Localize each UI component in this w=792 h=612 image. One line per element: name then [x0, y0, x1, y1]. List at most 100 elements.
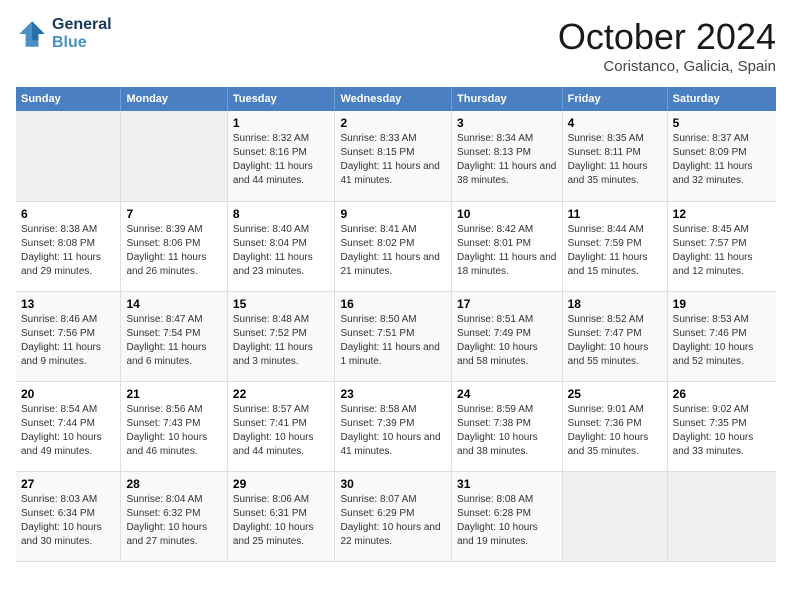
calendar-cell: 30Sunrise: 8:07 AM Sunset: 6:29 PM Dayli… [335, 471, 452, 561]
calendar-cell [667, 471, 776, 561]
day-number: 21 [126, 387, 221, 401]
calendar-cell: 7Sunrise: 8:39 AM Sunset: 8:06 PM Daylig… [121, 201, 227, 291]
calendar-cell: 16 Sunrise: 8:50 AM Sunset: 7:51 PM Dayli… [335, 291, 452, 381]
calendar-cell: 21 Sunrise: 8:56 AM Sunset: 7:43 PM Dayli… [121, 381, 227, 471]
weekday-header: Wednesday [335, 87, 452, 111]
calendar-cell [16, 111, 121, 201]
logo: General Blue [16, 16, 112, 52]
calendar-cell: 3 Sunrise: 8:34 AM Sunset: 8:13 PM Daylig… [452, 111, 563, 201]
day-number: 17 [457, 297, 557, 311]
page-header: General Blue October 2024 Coristanco, Ga… [16, 16, 776, 75]
day-number: 24 [457, 387, 557, 401]
day-detail: Sunrise: 8:06 AM Sunset: 6:31 PM Dayligh… [233, 493, 330, 549]
day-detail: Sunrise: 8:54 AM Sunset: 7:44 PM Dayligh… [21, 403, 115, 459]
day-number: 23 [340, 387, 446, 401]
day-detail: Sunrise: 8:39 AM Sunset: 8:06 PM Dayligh… [126, 223, 221, 279]
day-detail: Sunrise: 8:32 AM Sunset: 8:16 PM Dayligh… [233, 132, 330, 188]
day-detail: Sunrise: 8:04 AM Sunset: 6:32 PM Dayligh… [126, 493, 221, 549]
day-number: 10 [457, 207, 557, 221]
day-detail: Sunrise: 8:38 AM Sunset: 8:08 PM Dayligh… [21, 223, 115, 279]
day-detail: Sunrise: 9:01 AM Sunset: 7:36 PM Dayligh… [568, 403, 662, 459]
calendar-cell: 9 Sunrise: 8:41 AM Sunset: 8:02 PM Daylig… [335, 201, 452, 291]
day-number: 14 [126, 297, 221, 311]
day-number: 12 [673, 207, 771, 221]
calendar-week-row: 6 Sunrise: 8:38 AM Sunset: 8:08 PM Daylig… [16, 201, 776, 291]
calendar-cell: 11 Sunrise: 8:44 AM Sunset: 7:59 PM Dayli… [562, 201, 667, 291]
day-number: 28 [126, 477, 221, 491]
day-detail: Sunrise: 9:02 AM Sunset: 7:35 PM Dayligh… [673, 403, 771, 459]
calendar-cell: 27 Sunrise: 8:03 AM Sunset: 6:34 PM Dayli… [16, 471, 121, 561]
day-number: 29 [233, 477, 330, 491]
calendar-cell: 23Sunrise: 8:58 AM Sunset: 7:39 PM Dayli… [335, 381, 452, 471]
day-number: 20 [21, 387, 115, 401]
weekday-header: Monday [121, 87, 227, 111]
weekday-header: Saturday [667, 87, 776, 111]
calendar-cell: 19 Sunrise: 8:53 AM Sunset: 7:46 PM Dayli… [667, 291, 776, 381]
day-number: 18 [568, 297, 662, 311]
calendar-table: SundayMondayTuesdayWednesdayThursdayFrid… [16, 87, 776, 562]
day-number: 1 [233, 116, 330, 130]
day-detail: Sunrise: 8:59 AM Sunset: 7:38 PM Dayligh… [457, 403, 557, 459]
title-block: October 2024 Coristanco, Galicia, Spain [558, 16, 776, 75]
calendar-cell: 12Sunrise: 8:45 AM Sunset: 7:57 PM Dayli… [667, 201, 776, 291]
day-detail: Sunrise: 8:03 AM Sunset: 6:34 PM Dayligh… [21, 493, 115, 549]
day-number: 13 [21, 297, 115, 311]
location-subtitle: Coristanco, Galicia, Spain [558, 58, 776, 75]
month-title: October 2024 [558, 16, 776, 58]
calendar-cell: 22 Sunrise: 8:57 AM Sunset: 7:41 PM Dayli… [227, 381, 335, 471]
day-detail: Sunrise: 8:40 AM Sunset: 8:04 PM Dayligh… [233, 223, 330, 279]
day-number: 15 [233, 297, 330, 311]
calendar-cell: 6 Sunrise: 8:38 AM Sunset: 8:08 PM Daylig… [16, 201, 121, 291]
day-number: 4 [568, 116, 662, 130]
calendar-cell: 17 Sunrise: 8:51 AM Sunset: 7:49 PM Dayli… [452, 291, 563, 381]
day-number: 11 [568, 207, 662, 221]
calendar-cell: 2Sunrise: 8:33 AM Sunset: 8:15 PM Daylig… [335, 111, 452, 201]
day-detail: Sunrise: 8:50 AM Sunset: 7:51 PM Dayligh… [340, 313, 446, 369]
day-detail: Sunrise: 8:47 AM Sunset: 7:54 PM Dayligh… [126, 313, 221, 369]
day-number: 19 [673, 297, 771, 311]
calendar-cell: 8 Sunrise: 8:40 AM Sunset: 8:04 PM Daylig… [227, 201, 335, 291]
calendar-cell: 13 Sunrise: 8:46 AM Sunset: 7:56 PM Dayli… [16, 291, 121, 381]
day-number: 30 [340, 477, 446, 491]
day-detail: Sunrise: 8:41 AM Sunset: 8:02 PM Dayligh… [340, 223, 446, 279]
day-detail: Sunrise: 8:52 AM Sunset: 7:47 PM Dayligh… [568, 313, 662, 369]
day-detail: Sunrise: 8:42 AM Sunset: 8:01 PM Dayligh… [457, 223, 557, 279]
calendar-cell: 5 Sunrise: 8:37 AM Sunset: 8:09 PM Daylig… [667, 111, 776, 201]
day-detail: Sunrise: 8:37 AM Sunset: 8:09 PM Dayligh… [673, 132, 771, 188]
day-number: 27 [21, 477, 115, 491]
calendar-cell: 20 Sunrise: 8:54 AM Sunset: 7:44 PM Dayli… [16, 381, 121, 471]
weekday-header: Tuesday [227, 87, 335, 111]
day-number: 22 [233, 387, 330, 401]
weekday-header: Thursday [452, 87, 563, 111]
calendar-cell: 1 Sunrise: 8:32 AM Sunset: 8:16 PM Daylig… [227, 111, 335, 201]
day-number: 8 [233, 207, 330, 221]
weekday-header-row: SundayMondayTuesdayWednesdayThursdayFrid… [16, 87, 776, 111]
calendar-cell: 10 Sunrise: 8:42 AM Sunset: 8:01 PM Dayli… [452, 201, 563, 291]
calendar-cell: 29 Sunrise: 8:06 AM Sunset: 6:31 PM Dayli… [227, 471, 335, 561]
calendar-week-row: 1 Sunrise: 8:32 AM Sunset: 8:16 PM Daylig… [16, 111, 776, 201]
day-number: 6 [21, 207, 115, 221]
calendar-cell: 14 Sunrise: 8:47 AM Sunset: 7:54 PM Dayli… [121, 291, 227, 381]
day-detail: Sunrise: 8:46 AM Sunset: 7:56 PM Dayligh… [21, 313, 115, 369]
day-detail: Sunrise: 8:56 AM Sunset: 7:43 PM Dayligh… [126, 403, 221, 459]
day-number: 5 [673, 116, 771, 130]
calendar-cell: 25 Sunrise: 9:01 AM Sunset: 7:36 PM Dayli… [562, 381, 667, 471]
day-number: 25 [568, 387, 662, 401]
day-number: 26 [673, 387, 771, 401]
day-detail: Sunrise: 8:44 AM Sunset: 7:59 PM Dayligh… [568, 223, 662, 279]
calendar-cell: 28 Sunrise: 8:04 AM Sunset: 6:32 PM Dayli… [121, 471, 227, 561]
calendar-cell: 26 Sunrise: 9:02 AM Sunset: 7:35 PM Dayli… [667, 381, 776, 471]
day-number: 16 [340, 297, 446, 311]
weekday-header: Sunday [16, 87, 121, 111]
calendar-week-row: 27 Sunrise: 8:03 AM Sunset: 6:34 PM Dayli… [16, 471, 776, 561]
day-detail: Sunrise: 8:35 AM Sunset: 8:11 PM Dayligh… [568, 132, 662, 188]
day-detail: Sunrise: 8:51 AM Sunset: 7:49 PM Dayligh… [457, 313, 557, 369]
day-number: 3 [457, 116, 557, 130]
day-detail: Sunrise: 8:34 AM Sunset: 8:13 PM Dayligh… [457, 132, 557, 188]
day-detail: Sunrise: 8:08 AM Sunset: 6:28 PM Dayligh… [457, 493, 557, 549]
day-number: 9 [340, 207, 446, 221]
calendar-cell: 24 Sunrise: 8:59 AM Sunset: 7:38 PM Dayli… [452, 381, 563, 471]
day-detail: Sunrise: 8:57 AM Sunset: 7:41 PM Dayligh… [233, 403, 330, 459]
calendar-cell: 15Sunrise: 8:48 AM Sunset: 7:52 PM Dayli… [227, 291, 335, 381]
day-detail: Sunrise: 8:53 AM Sunset: 7:46 PM Dayligh… [673, 313, 771, 369]
